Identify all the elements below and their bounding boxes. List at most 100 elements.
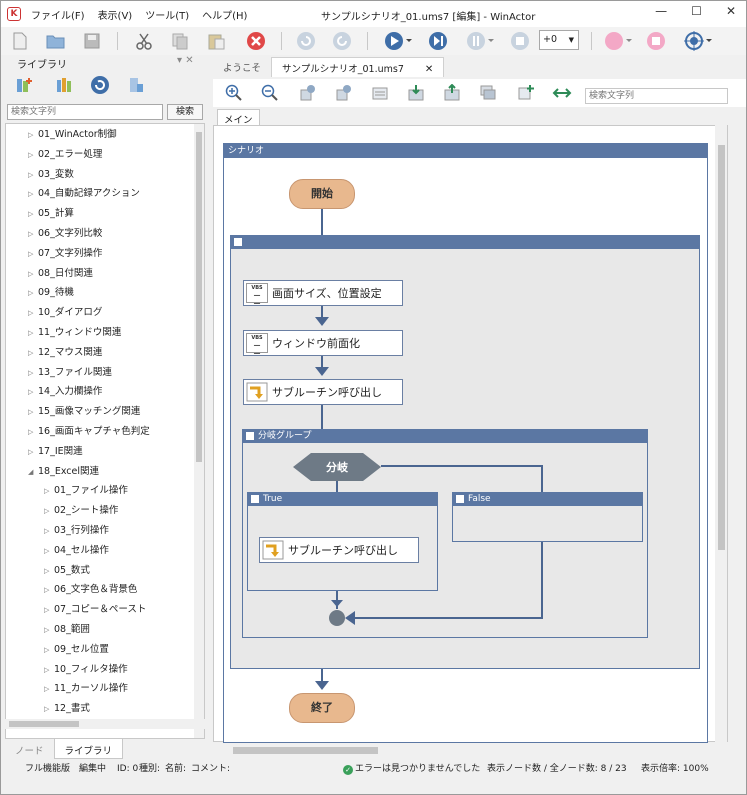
editor-search-input[interactable] — [585, 88, 728, 104]
tree-item[interactable]: ▷ 08_日付関連 — [28, 265, 93, 283]
canvas-vertical-scrollbar[interactable] — [715, 125, 727, 742]
library-add-icon[interactable] — [13, 74, 35, 96]
collapsed-arrow-icon[interactable]: ▷ — [44, 542, 54, 560]
group-header[interactable] — [230, 235, 700, 249]
library-books-icon[interactable] — [53, 74, 75, 96]
tab-scenario[interactable]: サンプルシナリオ_01.ums7 ✕ — [271, 57, 445, 77]
tree-item[interactable]: ▷ 08_範囲 — [44, 621, 90, 639]
node-window-front[interactable]: VBS ━━ ━━ ウィンドウ前面化 — [243, 330, 403, 357]
collapsed-arrow-icon[interactable]: ▷ — [44, 502, 54, 520]
collapsed-arrow-icon[interactable]: ▷ — [28, 324, 38, 342]
node-settings-icon[interactable] — [297, 82, 319, 104]
collapse-icon[interactable] — [251, 495, 259, 503]
collapsed-arrow-icon[interactable]: ▷ — [44, 601, 54, 619]
tree-vertical-scrollbar[interactable] — [194, 124, 204, 738]
export-icon[interactable] — [441, 82, 463, 104]
tree-item[interactable]: ▷ 04_セル操作 — [44, 542, 109, 560]
redo-icon[interactable] — [331, 30, 353, 52]
paste-icon[interactable] — [205, 30, 227, 52]
open-folder-icon[interactable] — [45, 30, 67, 52]
collapse-icon[interactable] — [234, 238, 242, 246]
tab-welcome[interactable]: ようこそ — [213, 57, 271, 77]
tree-item[interactable]: ▷ 16_画面キャプチャ色判定 — [28, 423, 150, 441]
property-icon[interactable] — [369, 82, 391, 104]
tree-item[interactable]: ▷ 04_自動記録アクション — [28, 185, 140, 203]
expanded-arrow-icon[interactable]: ◢ — [28, 463, 38, 481]
delete-icon[interactable] — [245, 30, 267, 52]
group-settings-icon[interactable] — [333, 82, 355, 104]
library-search-button[interactable]: 検索 — [167, 104, 203, 120]
maximize-button[interactable]: ☐ — [691, 4, 702, 18]
tree-scroll-thumb[interactable] — [196, 132, 202, 462]
winactor-logo-icon[interactable]: K — [7, 7, 21, 21]
target-icon[interactable] — [683, 30, 713, 52]
zoom-in-icon[interactable] — [223, 82, 245, 104]
collapse-icon[interactable] — [246, 432, 254, 440]
tree-item[interactable]: ▷ 01_WinActor制御 — [28, 126, 117, 144]
tree-item[interactable]: ▷ 06_文字列比較 — [28, 225, 102, 243]
add-node-icon[interactable] — [515, 82, 537, 104]
collapsed-arrow-icon[interactable]: ▷ — [28, 126, 38, 144]
collapsed-arrow-icon[interactable]: ▷ — [44, 700, 54, 718]
tree-item[interactable]: ▷ 14_入力欄操作 — [28, 383, 102, 401]
tree-item[interactable]: ▷ 07_文字列操作 — [28, 245, 102, 263]
collapsed-arrow-icon[interactable]: ▷ — [28, 146, 38, 164]
node-subroutine-call[interactable]: サブルーチン呼び出し — [243, 379, 403, 405]
minimize-button[interactable]: — — [655, 4, 667, 18]
true-branch-header[interactable]: True — [247, 492, 438, 506]
undo-icon[interactable] — [295, 30, 317, 52]
collapsed-arrow-icon[interactable]: ▷ — [28, 205, 38, 223]
tree-item[interactable]: ▷ 02_エラー処理 — [28, 146, 102, 164]
import-icon[interactable] — [405, 82, 427, 104]
close-window-button[interactable]: ✕ — [726, 4, 736, 18]
start-node[interactable]: 開始 — [289, 179, 355, 209]
cut-icon[interactable] — [133, 30, 155, 52]
collapsed-arrow-icon[interactable]: ▷ — [28, 383, 38, 401]
branch-group-header[interactable]: 分岐グループ — [242, 429, 648, 443]
run-icon[interactable] — [383, 30, 413, 52]
tree-item[interactable]: ▷ 10_フィルタ操作 — [44, 661, 128, 679]
library-search-input[interactable] — [7, 104, 163, 120]
collapsed-arrow-icon[interactable]: ▷ — [44, 482, 54, 500]
tree-item[interactable]: ▷ 06_文字色＆背景色 — [44, 581, 137, 599]
collapsed-arrow-icon[interactable]: ▷ — [28, 245, 38, 263]
copy-icon[interactable] — [169, 30, 191, 52]
tree-item[interactable]: ▷ 12_書式 — [44, 700, 90, 718]
collapsed-arrow-icon[interactable]: ▷ — [44, 641, 54, 659]
zoom-out-icon[interactable] — [259, 82, 281, 104]
end-node[interactable]: 終了 — [289, 693, 355, 723]
collapsed-arrow-icon[interactable]: ▷ — [44, 562, 54, 580]
refresh-icon[interactable] — [89, 74, 111, 96]
collapsed-arrow-icon[interactable]: ▷ — [28, 225, 38, 243]
tab-library[interactable]: ライブラリ — [53, 739, 124, 759]
collapsed-arrow-icon[interactable]: ▷ — [44, 621, 54, 639]
collapsed-arrow-icon[interactable]: ▷ — [28, 265, 38, 283]
node-screen-size[interactable]: VBS ━━ ━━ 画面サイズ、位置設定 — [243, 280, 403, 307]
tab-node[interactable]: ノード — [5, 739, 54, 759]
save-icon[interactable] — [81, 30, 103, 52]
tree-item[interactable]: ▷ 02_シート操作 — [44, 502, 118, 520]
collapsed-arrow-icon[interactable]: ▷ — [44, 522, 54, 540]
canvas-horizontal-scrollbar[interactable] — [223, 744, 728, 756]
tree-horizontal-scrollbar[interactable] — [5, 719, 205, 729]
collapsed-arrow-icon[interactable]: ▷ — [28, 344, 38, 362]
layers-icon[interactable] — [477, 82, 499, 104]
false-branch-header[interactable]: False — [452, 492, 643, 506]
record-stop-icon[interactable] — [645, 30, 667, 52]
node-subroutine-call[interactable]: サブルーチン呼び出し — [259, 537, 419, 563]
pause-icon[interactable] — [465, 30, 495, 52]
collapsed-arrow-icon[interactable]: ▷ — [44, 680, 54, 698]
speed-select[interactable]: +0 ▼ — [539, 30, 579, 50]
collapse-icon[interactable] — [456, 495, 464, 503]
collapsed-arrow-icon[interactable]: ▷ — [28, 166, 38, 184]
close-icon[interactable]: ✕ — [425, 64, 433, 75]
tree-item[interactable]: ▷ 03_行列操作 — [44, 522, 109, 540]
collapsed-arrow-icon[interactable]: ▷ — [28, 185, 38, 203]
tree-item[interactable]: ▷ 17_IE関連 — [28, 443, 83, 461]
stop-icon[interactable] — [509, 30, 531, 52]
canvas-vscroll-thumb[interactable] — [718, 145, 725, 550]
tree-item[interactable]: ▷ 11_カーソル操作 — [44, 680, 128, 698]
tree-item[interactable]: ▷ 15_画像マッチング関連 — [28, 403, 140, 421]
collapsed-arrow-icon[interactable]: ▷ — [28, 403, 38, 421]
collapsed-arrow-icon[interactable]: ▷ — [28, 304, 38, 322]
